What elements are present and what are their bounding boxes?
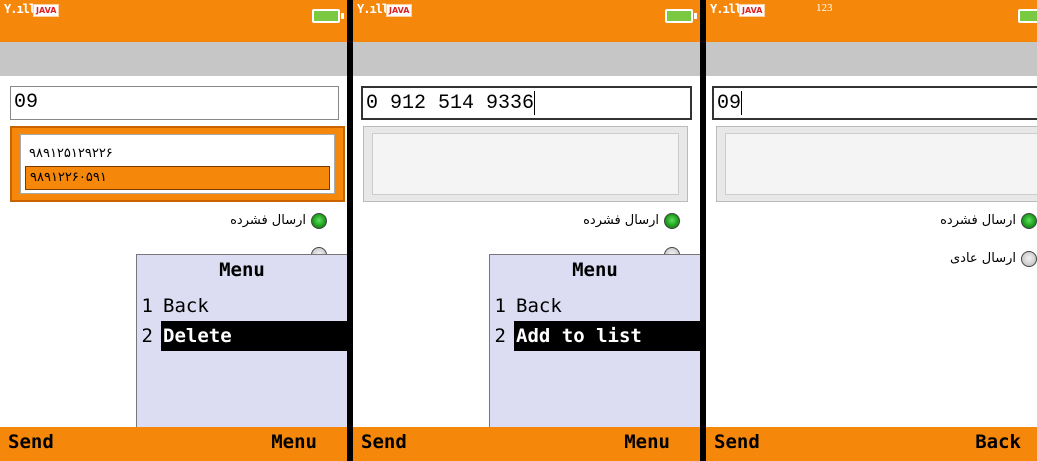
list-item[interactable]: ۹۸۹۱۲۵۱۲۹۲۲۶ (25, 143, 330, 165)
softkey-send[interactable]: Send (361, 431, 407, 453)
java-icon: JAVA (739, 4, 766, 17)
softkey-send[interactable]: Send (8, 431, 54, 453)
signal-icon: Y.ıll (357, 2, 389, 16)
menu-item-label: Back (516, 295, 562, 317)
text-cursor (534, 90, 536, 115)
number-list[interactable]: ۹۸۹۱۲۵۱۲۹۲۲۶ ۹۸۹۱۲۲۶۰۵۹۱ (10, 126, 345, 202)
java-icon: JAVA (386, 4, 413, 17)
menu-item-back[interactable]: 1 Back (137, 291, 347, 321)
status-bar: Y.ıll JAVA (353, 0, 700, 42)
menu-item-number: 1 (494, 295, 506, 317)
status-bar: Y.ıll JAVA (0, 0, 347, 42)
title-bar (706, 42, 1037, 76)
softkey-menu[interactable]: Menu (271, 431, 317, 453)
radio-compressed-send[interactable]: ارسال فشرده (230, 210, 327, 232)
number-list[interactable] (363, 126, 688, 202)
radio-compressed-send[interactable]: ارسال فشرده (583, 210, 680, 232)
menu-item-add-to-list[interactable]: 2 Add to list (490, 321, 700, 351)
softkey-send[interactable]: Send (714, 431, 760, 453)
softkey-bar: Send Menu (353, 427, 700, 461)
radio-normal-send[interactable]: ارسال عادی (950, 248, 1037, 270)
radio-compressed-send[interactable]: ارسال فشرده (940, 210, 1037, 232)
phone-number-input[interactable]: 09 (10, 86, 339, 120)
list-item-selected[interactable]: ۹۸۹۱۲۲۶۰۵۹۱ (25, 166, 330, 190)
menu-item-number: 2 (494, 325, 506, 347)
radio-on-icon (311, 212, 327, 229)
radio-on-icon (1021, 212, 1037, 229)
phone-number-value: 09 (14, 91, 39, 114)
context-menu: Menu 1 Back 2 Add to list (489, 254, 700, 436)
phone-number-input[interactable]: 09 (712, 86, 1037, 120)
softkey-menu[interactable]: Menu (624, 431, 670, 453)
menu-item-label: Delete (161, 321, 347, 351)
radio-label: ارسال فشرده (230, 213, 306, 228)
signal-icon: Y.ıll (710, 2, 742, 16)
status-bar: Y.ıll JAVA 123 (706, 0, 1037, 42)
menu-title: Menu (219, 259, 265, 281)
menu-item-delete[interactable]: 2 Delete (137, 321, 347, 351)
signal-icon: Y.ıll (4, 2, 36, 16)
radio-label: ارسال فشرده (583, 213, 659, 228)
context-menu: Menu 1 Back 2 Delete (136, 254, 347, 436)
menu-item-label: Back (163, 295, 209, 317)
phone-screen-1: Y.ıll JAVA 09 ۹۸۹۱۲۵۱۲۹۲۲۶ ۹۸۹۱۲۲۶۰۵۹۱ ا… (0, 0, 347, 461)
number-list-inner (725, 133, 1037, 195)
menu-item-number: 2 (141, 325, 153, 347)
phone-screen-3: Y.ıll JAVA 123 09 ارسال فشرده ارسال عادی… (706, 0, 1037, 461)
phone-number-input[interactable]: 0 912 514 9336 (361, 86, 692, 120)
menu-item-back[interactable]: 1 Back (490, 291, 700, 321)
softkey-bar: Send Back (706, 427, 1037, 461)
radio-on-icon (664, 212, 680, 229)
phone-screen-2: Y.ıll JAVA 0 912 514 9336 ارسال فشرده Me… (353, 0, 700, 461)
number-list-inner: ۹۸۹۱۲۵۱۲۹۲۲۶ ۹۸۹۱۲۲۶۰۵۹۱ (20, 134, 335, 194)
text-cursor (741, 90, 743, 115)
menu-item-number: 1 (141, 295, 153, 317)
number-list[interactable] (716, 126, 1037, 202)
battery-icon (665, 9, 697, 23)
softkey-bar: Send Menu (0, 427, 347, 461)
battery-icon (1018, 9, 1037, 23)
title-bar (353, 42, 700, 76)
number-list-inner (372, 133, 679, 195)
battery-icon (312, 9, 344, 23)
input-mode-indicator: 123 (816, 2, 833, 14)
softkey-back[interactable]: Back (975, 431, 1021, 453)
menu-item-label: Add to list (514, 321, 700, 351)
menu-title: Menu (572, 259, 618, 281)
radio-label: ارسال عادی (949, 251, 1016, 266)
phone-number-value: 0 912 514 9336 (366, 92, 535, 115)
java-icon: JAVA (33, 4, 60, 17)
radio-off-icon (1021, 250, 1037, 267)
phone-number-value: 09 (717, 92, 742, 115)
title-bar (0, 42, 347, 76)
radio-label: ارسال فشرده (940, 213, 1016, 228)
